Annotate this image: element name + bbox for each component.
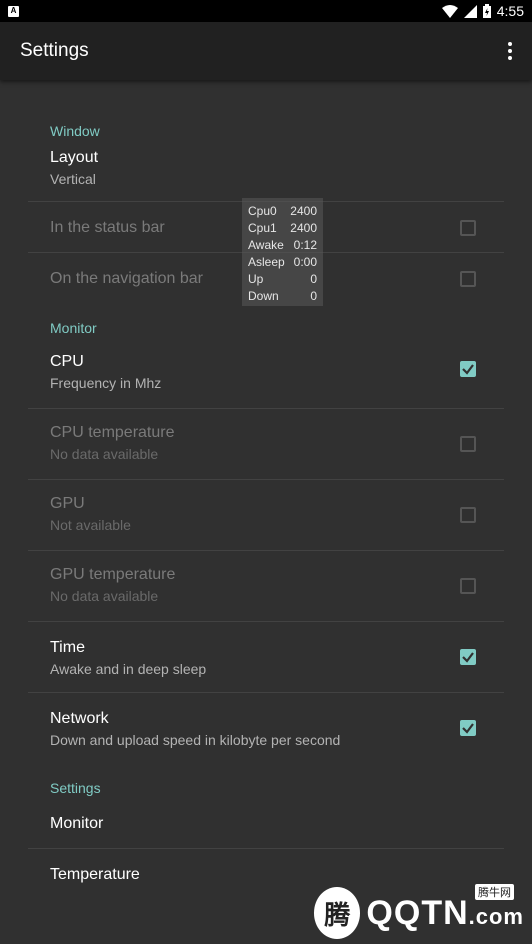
network-checkbox[interactable] bbox=[460, 720, 476, 736]
overlay-value: 0 bbox=[310, 272, 317, 286]
pref-temperature-title: Temperature bbox=[50, 866, 140, 883]
pref-cpu-temperature-title: CPU temperature bbox=[50, 424, 175, 441]
pref-gpu-summary: Not available bbox=[50, 517, 131, 533]
pref-cpu-title: CPU bbox=[50, 353, 84, 370]
watermark-badge: 腾牛网 bbox=[475, 884, 514, 900]
category-monitor: Monitor bbox=[50, 320, 97, 336]
monitor-overlay[interactable]: Cpu0 2400 Cpu1 2400 Awake 0:12 Asleep 0:… bbox=[242, 198, 323, 306]
overlay-value: 2400 bbox=[290, 204, 317, 218]
pref-monitor[interactable]: Monitor bbox=[28, 798, 504, 849]
app-bar: Settings bbox=[0, 22, 532, 80]
gpu-temperature-checkbox[interactable] bbox=[460, 578, 476, 594]
pref-cpu-temperature[interactable]: CPU temperature No data available bbox=[28, 409, 504, 480]
pref-layout-summary: Vertical bbox=[50, 171, 96, 187]
status-time: 4:55 bbox=[496, 3, 524, 19]
overlay-label: Awake bbox=[248, 238, 284, 252]
watermark-brand: QQTN bbox=[366, 893, 469, 932]
pref-cpu-summary: Frequency in Mhz bbox=[50, 375, 162, 391]
watermark-suffix: .com bbox=[468, 903, 524, 929]
watermark-logo-glyph: 腾 bbox=[324, 899, 351, 930]
overlay-label: Cpu0 bbox=[248, 204, 277, 218]
watermark: 腾 QQTN.com 腾牛网 bbox=[314, 884, 524, 939]
overlay-row: Awake 0:12 bbox=[248, 237, 317, 254]
pref-network[interactable]: Network Down and upload speed in kilobyt… bbox=[28, 693, 504, 764]
overlay-label: Down bbox=[248, 289, 279, 303]
overlay-label: Up bbox=[248, 272, 264, 286]
pref-cpu-temperature-summary: No data available bbox=[50, 446, 159, 462]
category-settings: Settings bbox=[50, 780, 101, 796]
pref-gpu[interactable]: GPU Not available bbox=[28, 480, 504, 551]
overflow-menu-icon[interactable] bbox=[502, 40, 518, 62]
page-title: Settings bbox=[20, 40, 89, 61]
overlay-label: Cpu1 bbox=[248, 221, 277, 235]
nav-bar-checkbox[interactable] bbox=[460, 271, 476, 287]
pref-gpu-title: GPU bbox=[50, 495, 85, 512]
status-bar-checkbox[interactable] bbox=[460, 220, 476, 236]
overlay-value: 0:12 bbox=[293, 238, 317, 252]
notification-a-icon: A bbox=[8, 5, 19, 17]
wifi-icon bbox=[441, 4, 458, 18]
status-bar: A 4:55 bbox=[0, 0, 532, 22]
pref-time[interactable]: Time Awake and in deep sleep bbox=[28, 622, 504, 693]
category-window: Window bbox=[50, 123, 100, 139]
gpu-checkbox[interactable] bbox=[460, 507, 476, 523]
pref-gpu-temperature-title: GPU temperature bbox=[50, 566, 176, 583]
pref-gpu-temperature[interactable]: GPU temperature No data available bbox=[28, 551, 504, 622]
pref-layout[interactable]: Layout Vertical bbox=[28, 141, 504, 202]
signal-icon bbox=[463, 4, 477, 18]
status-icons: 4:55 bbox=[441, 0, 524, 22]
cpu-checkbox[interactable] bbox=[460, 361, 476, 377]
pref-layout-title: Layout bbox=[50, 149, 99, 166]
pref-gpu-temperature-summary: No data available bbox=[50, 588, 159, 604]
overlay-value: 2400 bbox=[290, 221, 317, 235]
overlay-row: Cpu1 2400 bbox=[248, 220, 317, 237]
overlay-value: 0 bbox=[310, 289, 317, 303]
pref-cpu[interactable]: CPU Frequency in Mhz bbox=[28, 338, 504, 409]
battery-icon bbox=[482, 4, 491, 18]
time-checkbox[interactable] bbox=[460, 649, 476, 665]
watermark-logo-icon: 腾 bbox=[314, 887, 361, 939]
overlay-row: Cpu0 2400 bbox=[248, 203, 317, 220]
pref-time-title: Time bbox=[50, 639, 85, 656]
overlay-row: Asleep 0:00 bbox=[248, 254, 317, 271]
overlay-row: Up 0 bbox=[248, 271, 317, 288]
overlay-label: Asleep bbox=[248, 255, 285, 269]
cpu-temperature-checkbox[interactable] bbox=[460, 436, 476, 452]
pref-network-title: Network bbox=[50, 710, 109, 727]
pref-monitor-title: Monitor bbox=[50, 815, 104, 832]
pref-network-summary: Down and upload speed in kilobyte per se… bbox=[50, 732, 341, 748]
overlay-row: Down 0 bbox=[248, 288, 317, 305]
overlay-value: 0:00 bbox=[293, 255, 317, 269]
pref-time-summary: Awake and in deep sleep bbox=[50, 661, 207, 677]
